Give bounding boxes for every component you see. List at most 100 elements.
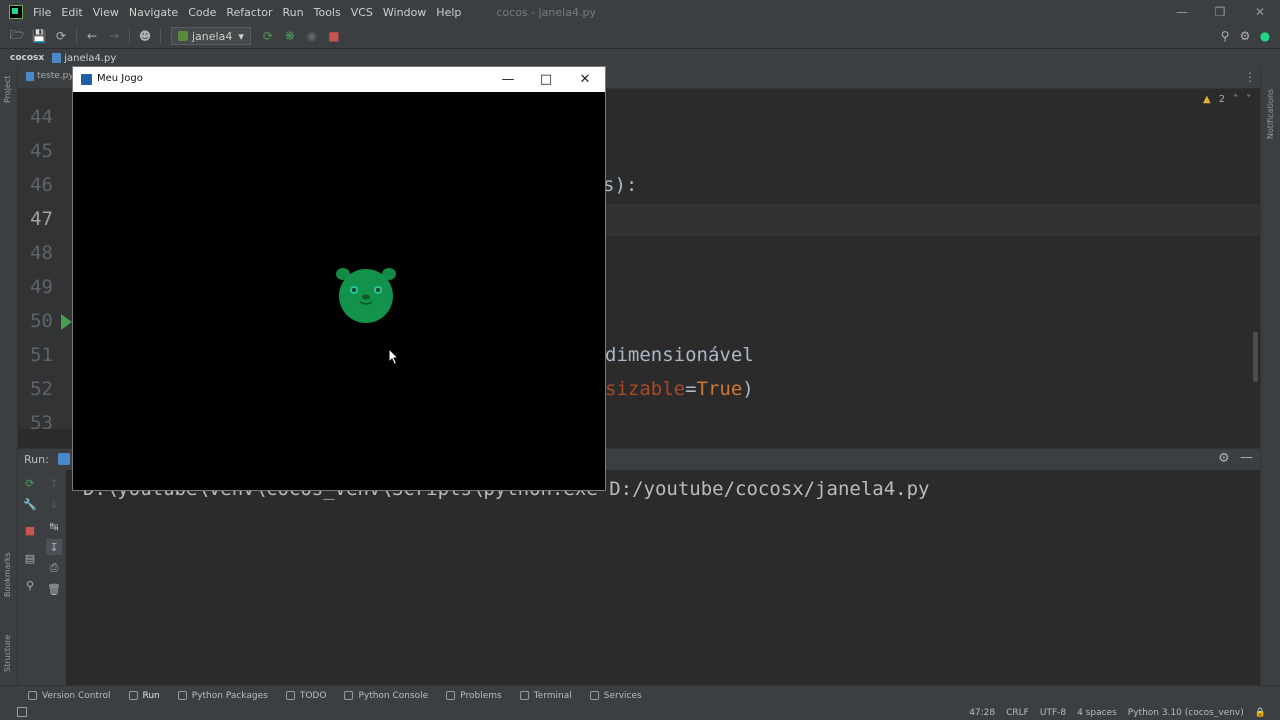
sync-icon[interactable]: ⟳ bbox=[50, 27, 72, 45]
run-gutter-icon[interactable] bbox=[61, 314, 72, 330]
close-icon[interactable]: ✕ bbox=[566, 67, 604, 92]
python-interpreter[interactable]: Python 3.10 (cocos_venv) bbox=[1128, 708, 1244, 718]
menu-refactor[interactable]: Refactor bbox=[226, 6, 272, 19]
tab-version-control[interactable]: Version Control bbox=[28, 691, 111, 701]
stop-icon[interactable]: ■ bbox=[323, 27, 345, 45]
rerun-icon[interactable]: ⟳ bbox=[22, 475, 38, 491]
run-configuration-select[interactable]: janela4 ▾ bbox=[171, 27, 251, 45]
save-icon[interactable]: 💾 bbox=[28, 27, 50, 45]
line-number: 45 bbox=[30, 140, 53, 162]
gear-icon[interactable]: ⚙ bbox=[1234, 27, 1256, 45]
caret-position[interactable]: 47:28 bbox=[969, 708, 995, 718]
minimize-icon[interactable]: — bbox=[489, 67, 527, 92]
menu-code[interactable]: Code bbox=[188, 6, 216, 19]
tab-problems[interactable]: Problems bbox=[446, 690, 502, 701]
maximize-icon[interactable]: □ bbox=[527, 67, 565, 92]
pin-icon[interactable]: ⚲ bbox=[22, 577, 38, 593]
breadcrumb-file[interactable]: janela4.py bbox=[64, 53, 116, 64]
wrench-icon[interactable]: 🔧 bbox=[22, 496, 38, 512]
breadcrumb: cocosx janela4.py bbox=[0, 49, 1280, 67]
menu-view[interactable]: View bbox=[93, 6, 119, 19]
package-icon bbox=[177, 691, 187, 700]
close-icon[interactable]: ✕ bbox=[1240, 0, 1280, 24]
pycharm-logo-icon bbox=[9, 5, 23, 19]
menu-help[interactable]: Help bbox=[436, 6, 461, 19]
trash-icon[interactable]: 🗑 bbox=[46, 581, 62, 597]
chevron-down-icon: ▾ bbox=[238, 29, 244, 43]
editor-scrollbar[interactable] bbox=[1253, 332, 1258, 382]
indent-setting[interactable]: 4 spaces bbox=[1077, 708, 1117, 718]
minimize-panel-icon[interactable]: — bbox=[1240, 450, 1256, 466]
line-separator[interactable]: CRLF bbox=[1006, 708, 1029, 718]
game-canvas[interactable] bbox=[73, 92, 605, 490]
menu-edit[interactable]: Edit bbox=[61, 6, 82, 19]
tool-windows-icon[interactable] bbox=[17, 707, 27, 717]
back-arrow-icon[interactable]: ← bbox=[81, 27, 103, 45]
breadcrumb-project[interactable]: cocosx bbox=[10, 53, 44, 63]
python-run-tab-icon[interactable] bbox=[58, 453, 70, 465]
menu-vcs[interactable]: VCS bbox=[351, 6, 373, 19]
python-icon bbox=[178, 31, 188, 41]
tab-label: TODO bbox=[299, 690, 327, 701]
structure-tool-tab[interactable]: Structure bbox=[3, 635, 12, 672]
search-icon[interactable]: ⚲ bbox=[1214, 27, 1236, 45]
menu-window[interactable]: Window bbox=[383, 6, 426, 19]
left-tool-stripe: Project Bookmarks Structure bbox=[0, 67, 18, 685]
layout-icon[interactable]: ▤ bbox=[22, 550, 38, 566]
project-tool-tab[interactable]: Project bbox=[3, 76, 12, 103]
tab-label: Terminal bbox=[533, 690, 572, 701]
line-number-gutter: 44 45 46 47 48 49 50 51 52 53 bbox=[18, 89, 73, 429]
tab-run[interactable]: Run bbox=[128, 691, 160, 701]
run-actions-bar: ⟳ ↑ 🔧 ↓ ■ ↹ ▤ ↧ ⎙ ⚲ 🗑 bbox=[18, 470, 66, 685]
forward-arrow-icon[interactable]: → bbox=[103, 27, 125, 45]
game-window-titlebar[interactable]: Meu Jogo — □ ✕ bbox=[73, 67, 605, 92]
line-number: 51 bbox=[30, 344, 53, 366]
minimize-icon[interactable]: — bbox=[1162, 0, 1202, 24]
python-console-icon bbox=[344, 691, 354, 700]
bookmarks-tool-tab[interactable]: Bookmarks bbox=[3, 552, 12, 597]
run-console[interactable]: ⟳ ↑ 🔧 ↓ ■ ↹ ▤ ↧ ⎙ ⚲ 🗑 D:\youtube\venv\co… bbox=[18, 470, 1260, 685]
gear-icon[interactable]: ⚙ bbox=[1218, 451, 1234, 467]
menu-navigate[interactable]: Navigate bbox=[129, 6, 178, 19]
line-number: 48 bbox=[30, 242, 53, 264]
tab-teste-py[interactable]: teste.py bbox=[26, 71, 74, 81]
tab-terminal[interactable]: Terminal bbox=[519, 690, 572, 701]
game-window[interactable]: Meu Jogo — □ ✕ bbox=[72, 66, 606, 491]
scroll-to-end-icon[interactable]: ↧ bbox=[46, 539, 62, 555]
menu-file[interactable]: File bbox=[33, 6, 51, 19]
down-arrow-icon[interactable]: ↓ bbox=[46, 496, 62, 512]
chevron-down-icon[interactable]: ˅ bbox=[1246, 94, 1251, 105]
user-icon[interactable]: ☻ bbox=[134, 27, 156, 45]
tab-python-packages[interactable]: Python Packages bbox=[177, 690, 268, 701]
print-icon[interactable]: ⎙ bbox=[46, 560, 62, 576]
inspection-widget[interactable]: ▲ 2 ˄ ˅ bbox=[1203, 94, 1251, 105]
lock-icon[interactable]: 🔒 bbox=[1255, 708, 1266, 718]
restore-icon[interactable]: ❐ bbox=[1200, 0, 1240, 24]
open-folder-icon[interactable]: 🗁 bbox=[6, 27, 28, 45]
tab-label: Problems bbox=[460, 690, 502, 701]
menu-run[interactable]: Run bbox=[283, 6, 304, 19]
tab-services[interactable]: Services bbox=[589, 691, 642, 701]
branch-icon bbox=[28, 691, 37, 700]
tab-python-console[interactable]: Python Console bbox=[344, 691, 428, 701]
coverage-icon[interactable]: ◉ bbox=[301, 27, 323, 45]
menu-tools[interactable]: Tools bbox=[314, 6, 341, 19]
chevron-up-icon[interactable]: ˄ bbox=[1233, 94, 1238, 105]
line-number: 46 bbox=[30, 174, 53, 196]
code-line-52: sizable=True) bbox=[605, 378, 754, 400]
notifications-tool-tab[interactable]: Notifications bbox=[1266, 89, 1275, 139]
tab-todo[interactable]: TODO bbox=[285, 690, 327, 701]
file-encoding[interactable]: UTF-8 bbox=[1040, 708, 1066, 718]
soft-wrap-icon[interactable]: ↹ bbox=[46, 518, 62, 534]
debug-icon[interactable]: ❋ bbox=[279, 27, 301, 45]
tab-label: Python Packages bbox=[191, 690, 268, 701]
line-number: 44 bbox=[30, 106, 53, 128]
more-options-icon[interactable]: ⋮ bbox=[1244, 70, 1256, 84]
tab-label: teste.py bbox=[37, 71, 74, 81]
rerun-icon[interactable]: ⟳ bbox=[257, 27, 279, 45]
jetbrains-icon[interactable]: ● bbox=[1254, 27, 1276, 45]
line-number: 53 bbox=[30, 412, 53, 429]
up-arrow-icon[interactable]: ↑ bbox=[46, 475, 62, 491]
window-app-icon bbox=[81, 74, 92, 85]
stop-icon[interactable]: ■ bbox=[22, 522, 38, 538]
